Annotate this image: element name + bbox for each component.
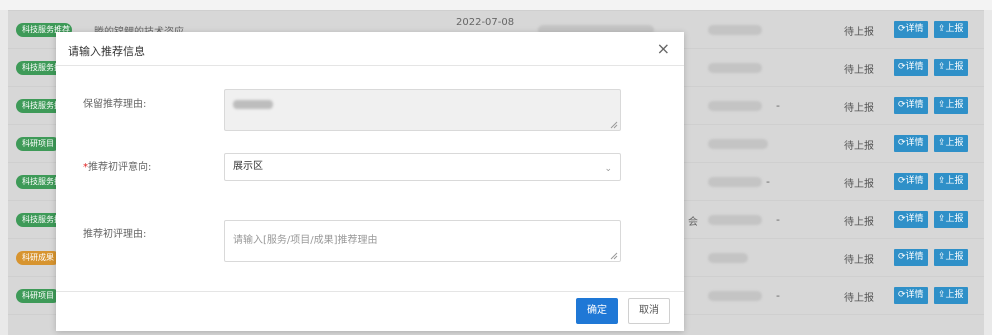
- status-text: 待上报: [844, 103, 874, 114]
- upload-icon: ⇪: [938, 214, 946, 224]
- blurred-text: [233, 100, 273, 109]
- detail-button[interactable]: ⟳详情: [894, 97, 928, 114]
- blurred-cell: [708, 215, 762, 225]
- report-button[interactable]: ⇪上报: [934, 97, 968, 114]
- upload-icon: ⇪: [938, 290, 946, 300]
- detail-button[interactable]: ⟳详情: [894, 211, 928, 228]
- blurred-cell: [708, 139, 768, 149]
- row-date: 2022-07-08: [456, 17, 515, 28]
- divider: [56, 291, 684, 292]
- status-text: 待上报: [844, 293, 874, 304]
- detail-button[interactable]: ⟳详情: [894, 59, 928, 76]
- initial-intent-label: *推荐初评意向:: [83, 162, 152, 173]
- status-text: 待上报: [844, 217, 874, 228]
- refresh-icon: ⟳: [898, 138, 906, 148]
- category-tag: 科研项目: [16, 137, 60, 151]
- detail-button[interactable]: ⟳详情: [894, 287, 928, 304]
- refresh-icon: ⟳: [898, 176, 906, 186]
- upload-icon: ⇪: [938, 252, 946, 262]
- refresh-icon: ⟳: [898, 214, 906, 224]
- dialog-title: 请输入推荐信息: [68, 45, 145, 58]
- blurred-cell: [708, 253, 748, 263]
- status-text: 待上报: [844, 65, 874, 76]
- page-top-band: [0, 0, 992, 10]
- initial-reason-label: 推荐初评理由:: [83, 229, 147, 240]
- upload-icon: ⇪: [938, 24, 946, 34]
- refresh-icon: ⟳: [898, 252, 906, 262]
- status-text: 待上报: [844, 255, 874, 266]
- status-text: 待上报: [844, 27, 874, 38]
- blurred-cell: [708, 63, 762, 73]
- cancel-button[interactable]: 取消: [628, 298, 670, 324]
- textarea-placeholder: 请输入[服务/项目/成果]推荐理由: [233, 235, 378, 246]
- dash-text: -: [776, 213, 780, 226]
- detail-button[interactable]: ⟳详情: [894, 249, 928, 266]
- select-value: 展示区: [233, 161, 263, 172]
- initial-intent-select[interactable]: 展示区 ⌄: [224, 153, 621, 181]
- initial-reason-textarea[interactable]: 请输入[服务/项目/成果]推荐理由: [224, 220, 621, 262]
- recommend-reason-label: 保留推荐理由:: [83, 99, 147, 110]
- row-text: 会: [688, 217, 698, 228]
- detail-button[interactable]: ⟳详情: [894, 135, 928, 152]
- refresh-icon: ⟳: [898, 62, 906, 72]
- recommend-reason-textarea: [224, 89, 621, 131]
- refresh-icon: ⟳: [898, 100, 906, 110]
- blurred-cell: [708, 291, 762, 301]
- report-button[interactable]: ⇪上报: [934, 135, 968, 152]
- report-button[interactable]: ⇪上报: [934, 211, 968, 228]
- report-button[interactable]: ⇪上报: [934, 249, 968, 266]
- blurred-cell: [708, 101, 762, 111]
- upload-icon: ⇪: [938, 176, 946, 186]
- detail-button[interactable]: ⟳详情: [894, 173, 928, 190]
- report-button[interactable]: ⇪上报: [934, 287, 968, 304]
- close-icon[interactable]: ×: [657, 39, 670, 59]
- resize-handle-icon[interactable]: [610, 121, 618, 129]
- blurred-cell: [708, 25, 762, 35]
- resize-handle-icon[interactable]: [610, 252, 618, 260]
- blurred-cell: [708, 177, 762, 187]
- report-button[interactable]: ⇪上报: [934, 59, 968, 76]
- refresh-icon: ⟳: [898, 24, 906, 34]
- report-button[interactable]: ⇪上报: [934, 21, 968, 38]
- upload-icon: ⇪: [938, 62, 946, 72]
- category-tag: 科研成果: [16, 251, 60, 265]
- dash-text: -: [776, 289, 780, 302]
- category-tag: 科研项目: [16, 289, 60, 303]
- confirm-button[interactable]: 确定: [576, 298, 618, 324]
- dash-text: -: [766, 175, 770, 188]
- status-text: 待上报: [844, 179, 874, 190]
- chevron-down-icon: ⌄: [604, 164, 612, 174]
- dash-text: -: [776, 99, 780, 112]
- upload-icon: ⇪: [938, 100, 946, 110]
- upload-icon: ⇪: [938, 138, 946, 148]
- refresh-icon: ⟳: [898, 290, 906, 300]
- divider: [56, 65, 684, 66]
- report-button[interactable]: ⇪上报: [934, 173, 968, 190]
- status-text: 待上报: [844, 141, 874, 152]
- recommend-dialog: 请输入推荐信息 × 保留推荐理由: *推荐初评意向: 展示区 ⌄ 推荐初评理由:…: [56, 32, 684, 331]
- detail-button[interactable]: ⟳详情: [894, 21, 928, 38]
